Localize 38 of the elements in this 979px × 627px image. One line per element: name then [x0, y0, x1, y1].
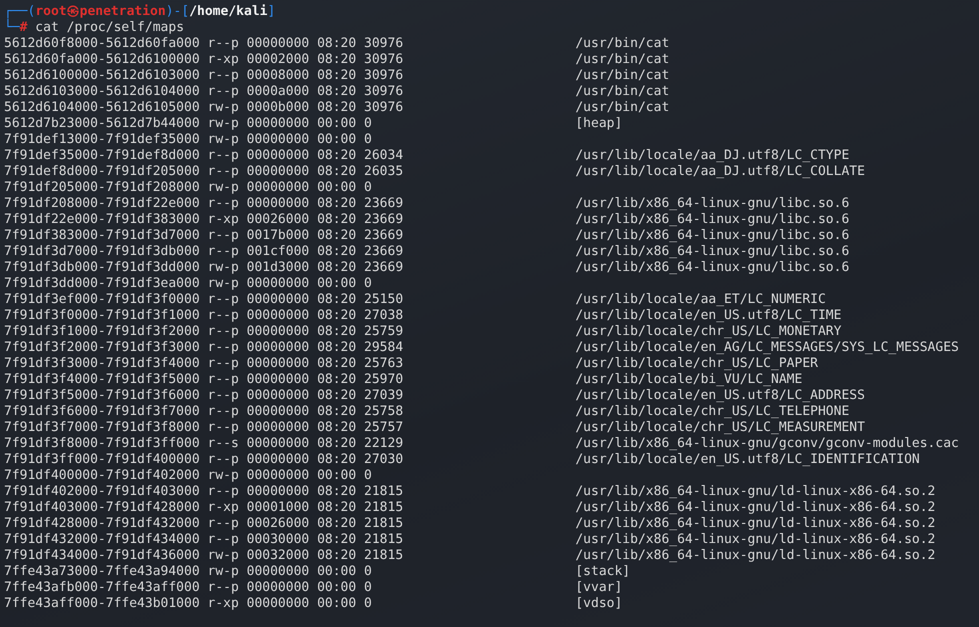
output-line: 7f91df3d7000-7f91df3db000 r--p 001cf000 08:20 23669 /usr/lib/x86_64-linux-gnu/libc.so.6 [4, 244, 850, 260]
output-line: 7f91def13000-7f91def35000 rw-p 00000000 00:00 0 [4, 132, 372, 148]
output-line: 7f91df383000-7f91df3d7000 r--p 0017b000 08:20 23669 /usr/lib/x86_64-linux-gnu/libc.so.6 [4, 228, 850, 244]
output-line: 7f91df22e000-7f91df383000 r-xp 00026000 08:20 23669 /usr/lib/x86_64-linux-gnu/libc.so.6 [4, 212, 850, 228]
output-line: 7f91df403000-7f91df428000 r-xp 00001000 08:20 21815 /usr/lib/x86_64-linux-gnu/ld-linux-x86-64.so.2 [4, 500, 936, 516]
prompt-line: ┌──(root㉿penetration)-[/home/kali] [4, 4, 276, 19]
output-line: 7f91df3db000-7f91df3dd000 rw-p 001d3000 08:20 23669 /usr/lib/x86_64-linux-gnu/libc.so.6 [4, 260, 850, 276]
output-line: 7f91df205000-7f91df208000 rw-p 00000000 00:00 0 [4, 180, 372, 196]
output-line: 7ffe43afb000-7ffe43aff000 r--p 00000000 00:00 0 [vvar] [4, 580, 622, 596]
output-line: 7f91df428000-7f91df432000 r--p 00026000 08:20 21815 /usr/lib/x86_64-linux-gnu/ld-linux-x86-64.so.2 [4, 516, 936, 532]
output-line: 7f91def35000-7f91def8d000 r--p 00000000 08:20 26034 /usr/lib/locale/aa_DJ.utf8/LC_CTYPE [4, 148, 850, 164]
output-line: 5612d7b23000-5612d7b44000 rw-p 00000000 00:00 0 [heap] [4, 116, 622, 132]
output-line: 7f91def8d000-7f91df205000 r--p 00000000 08:20 26035 /usr/lib/locale/aa_DJ.utf8/LC_COLLATE [4, 164, 865, 180]
output-line: 7f91df3f5000-7f91df3f6000 r--p 00000000 08:20 27039 /usr/lib/locale/en_US.utf8/LC_ADDRESS [4, 388, 865, 404]
output-line: 7f91df3f7000-7f91df3f8000 r--p 00000000 08:20 25757 /usr/lib/locale/chr_US/LC_MEASUREMENT [4, 420, 865, 436]
output-line: 7f91df432000-7f91df434000 r--p 00030000 08:20 21815 /usr/lib/x86_64-linux-gnu/ld-linux-x86-64.so.2 [4, 532, 936, 548]
output-line: 7f91df3f8000-7f91df3ff000 r--s 00000000 08:20 22129 /usr/lib/x86_64-linux-gnu/gconv/gconv-modules.cac [4, 436, 959, 452]
output-line: 5612d6104000-5612d6105000 rw-p 0000b000 08:20 30976 /usr/bin/cat [4, 100, 670, 116]
output-line: 7ffe43a73000-7ffe43a94000 rw-p 00000000 00:00 0 [stack] [4, 564, 630, 580]
prompt-line: └─# cat /proc/self/maps [4, 20, 184, 36]
output-line: 5612d6103000-5612d6104000 r--p 0000a000 08:20 30976 /usr/bin/cat [4, 84, 670, 100]
output-line: 7f91df3ef000-7f91df3f0000 r--p 00000000 08:20 25150 /usr/lib/locale/aa_ET/LC_NUMERIC [4, 292, 826, 308]
output-line: 7f91df3f1000-7f91df3f2000 r--p 00000000 08:20 25759 /usr/lib/locale/chr_US/LC_MONETARY [4, 324, 842, 340]
output-line: 7f91df400000-7f91df402000 rw-p 00000000 00:00 0 [4, 468, 372, 484]
output-line: 7f91df402000-7f91df403000 r--p 00000000 08:20 21815 /usr/lib/x86_64-linux-gnu/ld-linux-x86-64.so.2 [4, 484, 936, 500]
output-line: 5612d60f8000-5612d60fa000 r--p 00000000 08:20 30976 /usr/bin/cat [4, 36, 670, 52]
output-line: 7f91df3f4000-7f91df3f5000 r--p 00000000 08:20 25970 /usr/lib/locale/bi_VU/LC_NAME [4, 372, 802, 388]
output-line: 7f91df3dd000-7f91df3ea000 rw-p 00000000 00:00 0 [4, 276, 372, 292]
output-line: 7f91df3f2000-7f91df3f3000 r--p 00000000 08:20 29584 /usr/lib/locale/en_AG/LC_MESSAGES/SYS_LC_MESSAGES [4, 340, 959, 356]
output-line: 5612d60fa000-5612d6100000 r-xp 00002000 08:20 30976 /usr/bin/cat [4, 52, 670, 68]
output-line: 7f91df208000-7f91df22e000 r--p 00000000 08:20 23669 /usr/lib/x86_64-linux-gnu/libc.so.6 [4, 196, 850, 212]
output-line: 5612d6100000-5612d6103000 r--p 00008000 08:20 30976 /usr/bin/cat [4, 68, 670, 84]
output-line: 7f91df3f6000-7f91df3f7000 r--p 00000000 08:20 25758 /usr/lib/locale/chr_US/LC_TELEPHONE [4, 404, 850, 420]
output-line: 7f91df3f0000-7f91df3f1000 r--p 00000000 08:20 27038 /usr/lib/locale/en_US.utf8/LC_TIME [4, 308, 842, 324]
output-line: 7f91df434000-7f91df436000 rw-p 00032000 08:20 21815 /usr/lib/x86_64-linux-gnu/ld-linux-x86-64.so.2 [4, 548, 936, 564]
output-line: 7f91df3ff000-7f91df400000 r--p 00000000 08:20 27030 /usr/lib/locale/en_US.utf8/LC_IDENTIFICATION [4, 452, 920, 468]
output-line: 7ffe43aff000-7ffe43b01000 r-xp 00000000 00:00 0 [vdso] [4, 596, 622, 612]
output-line: 7f91df3f3000-7f91df3f4000 r--p 00000000 08:20 25763 /usr/lib/locale/chr_US/LC_PAPER [4, 356, 818, 372]
